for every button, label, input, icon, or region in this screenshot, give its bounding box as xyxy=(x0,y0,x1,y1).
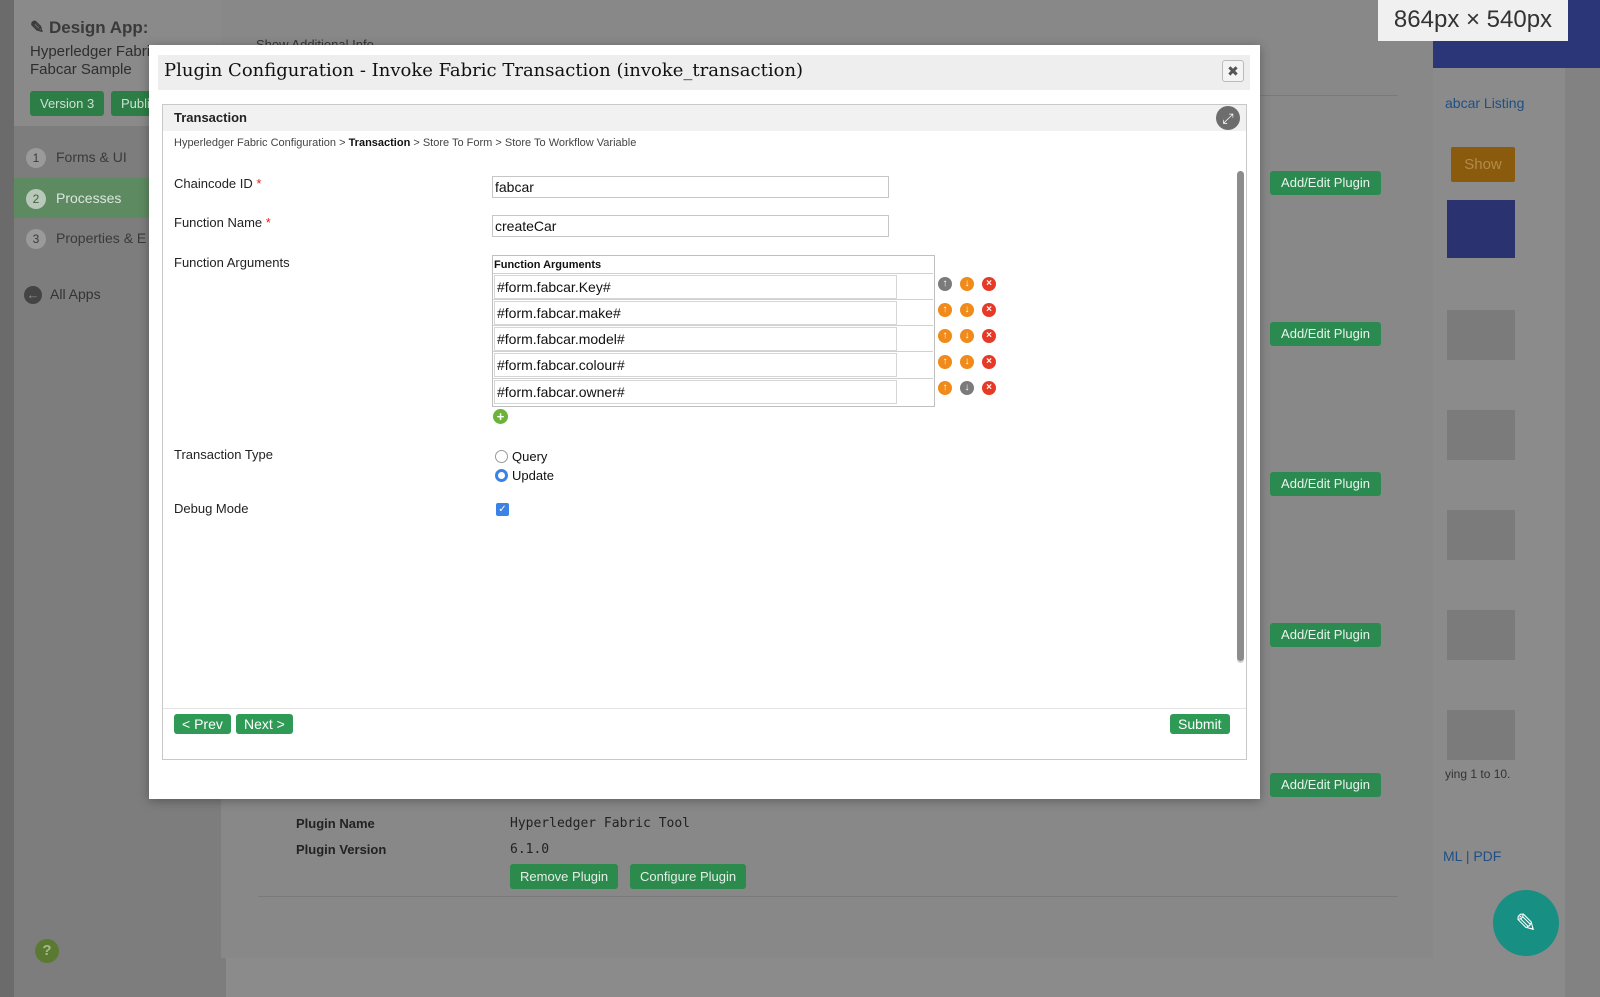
design-app-title: ✎ Design App: xyxy=(30,18,149,37)
debug-mode-label: Debug Mode xyxy=(174,501,249,516)
move-down-icon[interactable]: ↓ xyxy=(960,355,974,369)
update-radio-label: Update xyxy=(512,468,554,483)
expand-icon[interactable]: ⤢ xyxy=(1216,106,1240,130)
arrow-left-icon: ← xyxy=(24,286,42,305)
right-row-block xyxy=(1447,710,1515,760)
panel-scrollbar-thumb[interactable] xyxy=(1237,171,1244,661)
add-edit-plugin-button[interactable]: Add/Edit Plugin xyxy=(1270,773,1381,797)
move-down-icon[interactable]: ↓ xyxy=(960,303,974,317)
plugin-name-value: Hyperledger Fabric Tool xyxy=(510,816,691,831)
chaincode-id-label: Chaincode ID * xyxy=(174,176,262,191)
add-edit-plugin-button[interactable]: Add/Edit Plugin xyxy=(1270,472,1381,496)
argument-input[interactable]: #form.fabcar.make# xyxy=(494,301,897,325)
submit-button[interactable]: Submit xyxy=(1170,714,1230,734)
move-up-icon[interactable]: ↑ xyxy=(938,277,952,291)
sidebar-edge xyxy=(0,0,14,997)
query-radio[interactable] xyxy=(495,450,508,463)
plugin-version-label: Plugin Version xyxy=(296,842,387,857)
footer-divider xyxy=(163,708,1246,709)
transaction-panel xyxy=(162,104,1247,760)
divider xyxy=(258,896,1398,897)
move-up-icon[interactable]: ↑ xyxy=(938,303,952,317)
add-edit-plugin-button[interactable]: Add/Edit Plugin xyxy=(1270,171,1381,195)
fabcar-listing-link[interactable]: abcar Listing xyxy=(1445,95,1524,111)
right-row-block xyxy=(1447,410,1515,460)
grid-header: Function Arguments xyxy=(494,259,602,271)
prev-button[interactable]: < Prev xyxy=(174,714,231,734)
move-up-icon[interactable]: ↑ xyxy=(938,329,952,343)
function-name-label: Function Name * xyxy=(174,215,271,230)
move-up-icon[interactable]: ↑ xyxy=(938,355,952,369)
help-icon[interactable]: ? xyxy=(35,939,59,963)
viewport-size-label: 864px × 540px xyxy=(1378,0,1568,41)
argument-input[interactable]: #form.fabcar.Key# xyxy=(494,275,897,299)
pagination-info: ying 1 to 10. xyxy=(1445,767,1511,781)
delete-icon[interactable]: × xyxy=(982,277,996,291)
function-name-input[interactable]: createCar xyxy=(492,215,889,237)
right-row-block xyxy=(1447,610,1515,660)
argument-input[interactable]: #form.fabcar.model# xyxy=(494,327,897,351)
delete-icon[interactable]: × xyxy=(982,329,996,343)
delete-icon[interactable]: × xyxy=(982,355,996,369)
chaincode-id-input[interactable]: fabcar xyxy=(492,176,889,198)
argument-input[interactable]: #form.fabcar.colour# xyxy=(494,353,897,377)
pencil-icon[interactable]: ✎ xyxy=(1493,890,1559,956)
right-row-block xyxy=(1447,310,1515,360)
edit-icon: ✎ xyxy=(30,18,45,37)
right-header-block xyxy=(1447,200,1515,258)
close-icon[interactable]: ✖ xyxy=(1222,60,1244,82)
transaction-type-label: Transaction Type xyxy=(174,447,273,462)
remove-plugin-button[interactable]: Remove Plugin xyxy=(510,864,619,889)
breadcrumb: Hyperledger Fabric Configuration > Trans… xyxy=(174,137,637,149)
panel-header xyxy=(163,105,1246,131)
query-radio-label: Query xyxy=(512,449,548,464)
move-down-icon[interactable]: ↓ xyxy=(960,277,974,291)
next-button[interactable]: Next > xyxy=(236,714,293,734)
configure-plugin-button[interactable]: Configure Plugin xyxy=(630,864,747,889)
add-edit-plugin-button[interactable]: Add/Edit Plugin xyxy=(1270,623,1381,647)
move-up-icon[interactable]: ↑ xyxy=(938,381,952,395)
add-edit-plugin-button[interactable]: Add/Edit Plugin xyxy=(1270,322,1381,346)
plugin-version-value: 6.1.0 xyxy=(510,842,550,857)
app-name: Hyperledger Fabri Fabcar Sample xyxy=(30,43,151,78)
export-links[interactable]: ML | PDF xyxy=(1443,848,1501,864)
move-down-icon[interactable]: ↓ xyxy=(960,329,974,343)
plugin-name-label: Plugin Name xyxy=(296,816,375,831)
argument-input[interactable]: #form.fabcar.owner# xyxy=(494,380,897,404)
debug-mode-checkbox[interactable]: ✓ xyxy=(496,503,509,516)
version-button[interactable]: Version 3 xyxy=(30,91,105,116)
panel-title: Transaction xyxy=(174,110,247,125)
move-down-icon[interactable]: ↓ xyxy=(960,381,974,395)
all-apps-link[interactable]: ← All Apps xyxy=(24,286,101,305)
function-arguments-label: Function Arguments xyxy=(174,255,290,270)
show-button[interactable]: Show xyxy=(1451,147,1515,182)
add-row-icon[interactable]: + xyxy=(493,409,508,424)
update-radio[interactable] xyxy=(495,469,508,482)
dialog-title: Plugin Configuration - Invoke Fabric Tra… xyxy=(164,60,804,81)
right-row-block xyxy=(1447,510,1515,560)
delete-icon[interactable]: × xyxy=(982,303,996,317)
page-scrollbar[interactable] xyxy=(1565,68,1600,997)
delete-icon[interactable]: × xyxy=(982,381,996,395)
